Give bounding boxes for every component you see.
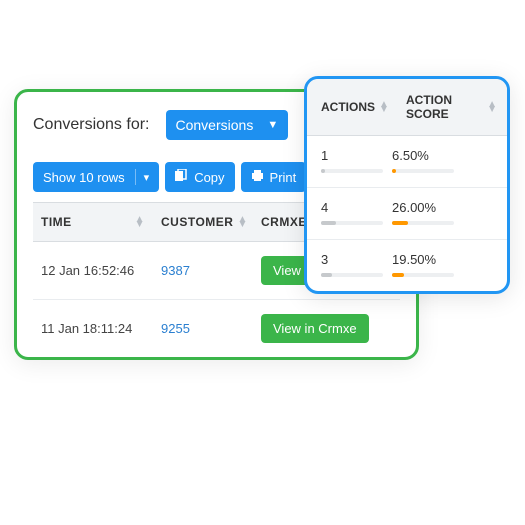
conversions-dropdown[interactable]: Conversions ▼ — [166, 110, 289, 140]
col-customer[interactable]: CUSTOMER ▲▼ — [153, 203, 253, 241]
copy-button[interactable]: Copy — [165, 162, 234, 192]
score-value: 26.00% — [392, 200, 493, 215]
sort-icon: ▲▼ — [135, 217, 145, 227]
side-row: 4 26.00% — [307, 188, 507, 240]
print-icon — [251, 169, 264, 185]
actions-value: 4 — [321, 200, 392, 215]
customer-link[interactable]: 9387 — [161, 263, 190, 278]
col-actions[interactable]: ACTIONS ▲▼ — [307, 79, 392, 135]
customer-link[interactable]: 9255 — [161, 321, 190, 336]
score-bar — [392, 221, 454, 225]
chevron-down-icon: ▼ — [267, 119, 278, 131]
score-bar — [392, 273, 454, 277]
side-row: 3 19.50% — [307, 240, 507, 291]
score-bar — [392, 169, 454, 173]
dropdown-value: Conversions — [176, 117, 254, 133]
col-action-score[interactable]: ACTION SCORE ▲▼ — [392, 79, 507, 135]
sort-icon: ▲▼ — [237, 217, 247, 227]
actions-value: 1 — [321, 148, 392, 163]
print-button[interactable]: Print — [241, 162, 307, 192]
show-rows-label: Show 10 rows — [43, 170, 125, 185]
actions-panel: ACTIONS ▲▼ ACTION SCORE ▲▼ 1 6.50% 4 26.… — [304, 76, 510, 294]
show-rows-button[interactable]: Show 10 rows ▾ — [33, 162, 159, 192]
sort-icon: ▲▼ — [487, 102, 497, 112]
cell-time: 11 Jan 18:11:24 — [33, 307, 153, 350]
side-row: 1 6.50% — [307, 136, 507, 188]
score-value: 19.50% — [392, 252, 493, 267]
actions-bar — [321, 221, 383, 225]
sort-icon: ▲▼ — [379, 102, 389, 112]
side-header: ACTIONS ▲▼ ACTION SCORE ▲▼ — [307, 79, 507, 136]
cell-time: 12 Jan 16:52:46 — [33, 249, 153, 292]
print-label: Print — [270, 170, 297, 185]
table-row: 11 Jan 18:11:24 9255 View in Crmxe — [33, 300, 400, 357]
score-value: 6.50% — [392, 148, 493, 163]
actions-value: 3 — [321, 252, 392, 267]
header-label: Conversions for: — [33, 116, 150, 134]
caret-down-icon: ▾ — [144, 171, 150, 184]
copy-icon — [175, 169, 188, 185]
col-time[interactable]: TIME ▲▼ — [33, 203, 153, 241]
actions-bar — [321, 169, 383, 173]
actions-bar — [321, 273, 383, 277]
view-crmxe-button[interactable]: View in Crmxe — [261, 314, 369, 343]
copy-label: Copy — [194, 170, 224, 185]
